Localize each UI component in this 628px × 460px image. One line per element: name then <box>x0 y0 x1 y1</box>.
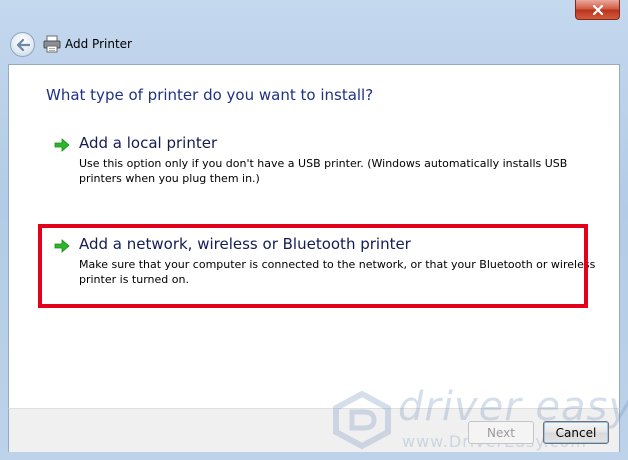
cancel-button[interactable]: Cancel <box>543 421 609 444</box>
close-icon <box>592 4 603 15</box>
option-description: Use this option only if you don't have a… <box>79 157 568 185</box>
next-button[interactable]: Next <box>468 421 534 444</box>
option-title[interactable]: Add a local printer <box>79 134 217 152</box>
page-heading: What type of printer do you want to inst… <box>46 86 374 104</box>
add-local-printer-option[interactable]: Add a local printer Use this option only… <box>54 134 594 189</box>
back-arrow-icon <box>16 38 30 51</box>
back-button[interactable] <box>10 32 35 57</box>
highlight-annotation-box <box>38 224 588 308</box>
green-arrow-icon <box>54 138 70 152</box>
close-button[interactable] <box>575 0 620 20</box>
printer-icon <box>43 35 61 53</box>
window-title: Add Printer <box>65 37 132 51</box>
